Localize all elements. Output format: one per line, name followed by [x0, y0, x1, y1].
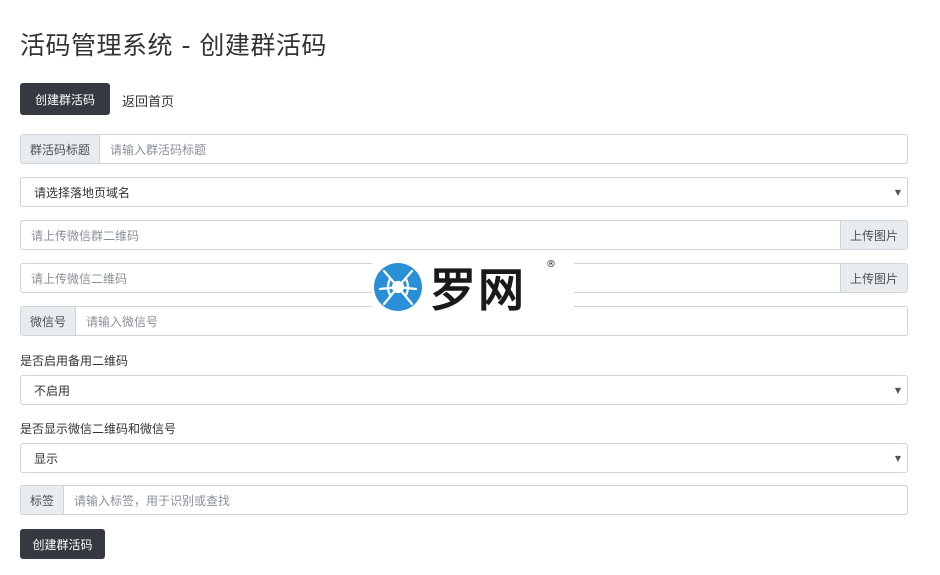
domain-select-value: 请选择落地页域名	[34, 185, 131, 200]
title-input[interactable]: 请输入群活码标题	[100, 135, 907, 163]
wechat-id-addon-label: 微信号	[21, 307, 77, 335]
backup-qr-select-value: 不启用	[34, 383, 71, 398]
page-title: 活码管理系统 - 创建群活码	[20, 31, 327, 60]
chevron-down-icon: ▼	[894, 187, 901, 197]
watermark-logo: 罗网 ®	[372, 257, 574, 317]
tag-addon-label: 标签	[21, 486, 65, 514]
submit-create-button[interactable]: 创建群活码	[20, 529, 105, 559]
show-wechat-select[interactable]: 显示 ▼	[20, 443, 908, 473]
domain-select[interactable]: 请选择落地页域名 ▼	[20, 177, 908, 207]
chevron-down-icon: ▼	[894, 453, 901, 463]
group-qr-upload-group: 请上传微信群二维码 上传图片	[20, 220, 908, 250]
backup-qr-label: 是否启用备用二维码	[20, 354, 129, 368]
spider-logo-icon	[374, 263, 422, 311]
back-home-link[interactable]: 返回首页	[122, 91, 174, 110]
group-qr-upload-button[interactable]: 上传图片	[839, 221, 907, 249]
show-wechat-label: 是否显示微信二维码和微信号	[20, 422, 177, 436]
watermark-text: 罗网	[430, 263, 526, 317]
show-wechat-select-value: 显示	[34, 451, 59, 466]
backup-qr-select[interactable]: 不启用 ▼	[20, 375, 908, 405]
title-input-group: 群活码标题 请输入群活码标题	[20, 134, 908, 164]
group-qr-input[interactable]: 请上传微信群二维码	[21, 221, 840, 249]
wechat-qr-upload-button[interactable]: 上传图片	[839, 264, 907, 292]
title-addon-label: 群活码标题	[21, 135, 101, 163]
tag-input[interactable]: 请输入标签，用于识别或查找	[64, 486, 907, 514]
registered-mark: ®	[546, 259, 556, 270]
chevron-down-icon: ▼	[894, 385, 901, 395]
create-group-code-tab-button[interactable]: 创建群活码	[20, 83, 110, 115]
tag-input-group: 标签 请输入标签，用于识别或查找	[20, 485, 908, 515]
